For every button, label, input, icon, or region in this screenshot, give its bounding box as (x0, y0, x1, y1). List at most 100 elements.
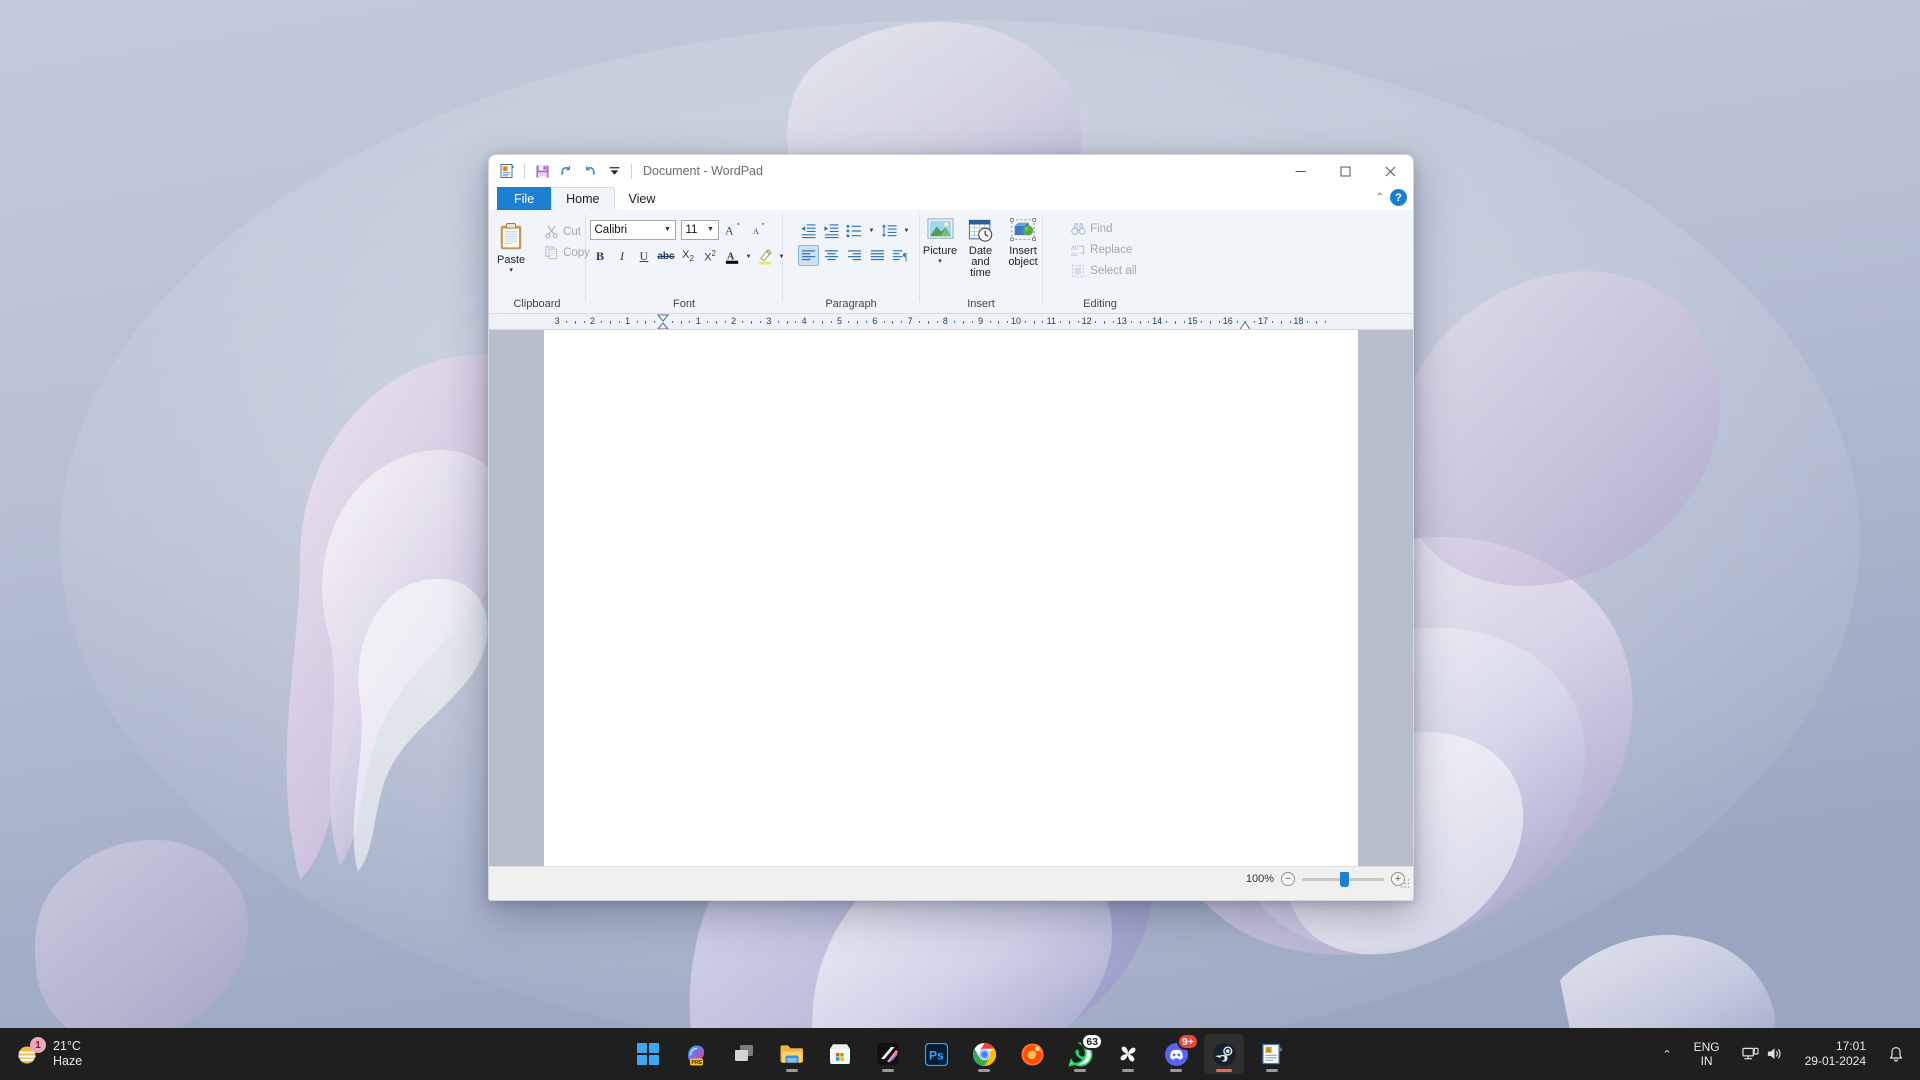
align-left-button[interactable] (797, 245, 819, 266)
shrink-font-button[interactable]: A (750, 219, 771, 240)
undo-icon[interactable] (556, 161, 576, 181)
save-icon[interactable] (532, 161, 552, 181)
ribbon[interactable]: Paste ▾ Cut Copy Clipboard Calibri ▼ 11 … (489, 210, 1413, 314)
insert-date-time-button[interactable]: Date and time (959, 215, 1002, 279)
ruler-tick (963, 321, 965, 324)
taskbar-whatsapp-button[interactable]: 63 (1060, 1033, 1103, 1074)
status-bar[interactable]: 100% − + (489, 866, 1413, 891)
taskbar-weather-widget[interactable]: 1 21°C Haze (0, 1028, 82, 1080)
redo-icon[interactable] (580, 161, 600, 181)
paragraph-settings-button[interactable]: ¶ (890, 245, 911, 266)
fan-icon (1120, 1046, 1136, 1062)
taskbar-start-button[interactable] (628, 1034, 668, 1074)
ruler[interactable]: 3 2 1 1 2 3 4 5 6 7 8 9 10 11 12 13 14 15 16 17 18 (489, 314, 1413, 330)
tray-clock-button[interactable]: 17:01 29-01-2024 (1799, 1035, 1872, 1073)
close-button[interactable] (1368, 155, 1413, 187)
taskbar-wordpad-button[interactable]: A (1252, 1034, 1292, 1074)
bullets-button[interactable] (844, 220, 865, 241)
resize-grip[interactable] (1399, 877, 1411, 889)
tray-language-button[interactable]: ENG IN (1688, 1036, 1726, 1072)
quick-access-toolbar[interactable]: A (497, 161, 635, 181)
subscript-button[interactable]: X2 (678, 246, 699, 267)
text-color-button[interactable]: A (722, 246, 743, 267)
document-canvas[interactable] (489, 330, 1413, 866)
underline-button[interactable]: U (634, 246, 655, 267)
clock-time: 17:01 (1835, 1039, 1866, 1053)
insert-picture-button[interactable]: Picture ▾ (922, 215, 958, 265)
minimize-button[interactable] (1278, 155, 1323, 187)
window-controls[interactable] (1278, 155, 1413, 187)
font-family-dropdown-icon[interactable]: ▼ (661, 221, 675, 239)
wordpad-window[interactable]: A Document - WordPad File Home View ⌃ ? … (488, 154, 1414, 901)
insert-object-button[interactable]: Insert object (1003, 215, 1043, 268)
tray-notifications-button[interactable] (1882, 1042, 1910, 1067)
right-indent-marker[interactable] (1239, 321, 1251, 330)
taskbar-copilot-button[interactable]: PRE (676, 1034, 716, 1074)
paste-button[interactable]: Paste ▾ (489, 219, 538, 274)
tray-overflow-button[interactable]: ⌃ (1656, 1044, 1677, 1065)
taskbar-chrome-button[interactable] (964, 1034, 1004, 1074)
text-color-dropdown-icon[interactable]: ▼ (744, 246, 754, 267)
ruler-tick (636, 321, 638, 323)
taskbar-photoshop-button[interactable]: Ps (916, 1034, 956, 1074)
increase-indent-button[interactable] (821, 220, 842, 241)
taskbar-discord-button[interactable]: 9+ (1156, 1033, 1199, 1074)
ruler-tick (813, 321, 815, 323)
font-family-combo[interactable]: Calibri ▼ (589, 219, 676, 240)
bold-button[interactable]: B (590, 246, 611, 267)
title-bar[interactable]: A Document - WordPad (489, 155, 1413, 187)
ruler-tick (689, 321, 691, 323)
grow-font-button[interactable]: A (724, 219, 745, 240)
superscript-button[interactable]: X2 (700, 246, 721, 267)
wordpad-app-icon[interactable]: A (497, 161, 517, 181)
decrease-indent-button[interactable] (798, 220, 819, 241)
document-page[interactable] (544, 330, 1358, 866)
find-button[interactable]: Find (1067, 218, 1116, 239)
select-all-label: Select all (1090, 264, 1137, 277)
ruler-tick (1130, 321, 1132, 323)
picture-caret-icon[interactable]: ▾ (938, 258, 942, 265)
align-right-button[interactable] (844, 245, 865, 266)
maximize-button[interactable] (1323, 155, 1368, 187)
taskbar-firefox-button[interactable] (1012, 1034, 1052, 1074)
select-all-button[interactable]: Select all (1067, 260, 1141, 281)
taskbar[interactable]: 1 21°C Haze PRE Ps 63 9+ A ⌃ ENG IN 17:0… (0, 1028, 1920, 1080)
taskbar-steam-button[interactable] (1204, 1034, 1244, 1074)
taskbar-microsoft-store-button[interactable] (820, 1034, 860, 1074)
font-size-dropdown-icon[interactable]: ▼ (704, 221, 718, 239)
tab-file[interactable]: File (497, 187, 552, 210)
zoom-out-button[interactable]: − (1281, 872, 1295, 886)
tab-view[interactable]: View (615, 187, 670, 210)
font-size-combo[interactable]: 11 ▼ (680, 219, 719, 240)
ribbon-tab-right-controls[interactable]: ⌃ ? (1376, 189, 1407, 206)
system-tray[interactable]: ⌃ ENG IN 17:01 29-01-2024 (1656, 1028, 1920, 1080)
paste-caret-icon[interactable]: ▾ (509, 267, 513, 274)
taskbar-task-view-button[interactable] (724, 1034, 764, 1074)
select-all-icon (1072, 264, 1085, 277)
collapse-ribbon-icon[interactable]: ⌃ (1376, 192, 1384, 203)
bullets-dropdown-icon[interactable]: ▼ (867, 220, 877, 241)
group-label-paragraph: Paragraph (825, 298, 877, 310)
ribbon-tab-strip[interactable]: File Home View ⌃ ? (489, 187, 1413, 210)
tray-network-volume-button[interactable] (1736, 1042, 1789, 1066)
tab-home[interactable]: Home (551, 187, 615, 210)
line-spacing-dropdown-icon[interactable]: ▼ (902, 220, 912, 241)
line-spacing-button[interactable] (879, 220, 900, 241)
taskbar-file-explorer-button[interactable] (772, 1034, 812, 1074)
justify-button[interactable] (867, 245, 888, 266)
strikethrough-button[interactable]: abc (656, 246, 677, 267)
highlight-color-button[interactable] (755, 246, 776, 267)
help-button[interactable]: ? (1390, 189, 1407, 206)
taskbar-snipping-tool-button[interactable] (868, 1034, 908, 1074)
replace-button[interactable]: ab ac Replace (1067, 239, 1136, 260)
italic-button[interactable]: I (612, 246, 633, 267)
date-time-label: Date and time (968, 245, 993, 279)
taskbar-fan-app-button[interactable] (1108, 1034, 1148, 1074)
zoom-slider-thumb[interactable] (1340, 871, 1349, 887)
align-center-button[interactable] (821, 245, 842, 266)
customize-quick-access-icon[interactable] (604, 161, 624, 181)
taskbar-app-icons[interactable]: PRE Ps 63 9+ A (628, 1028, 1292, 1080)
first-line-indent-marker[interactable] (657, 314, 669, 330)
ruler-tick (1077, 321, 1079, 323)
zoom-slider[interactable] (1302, 871, 1384, 887)
